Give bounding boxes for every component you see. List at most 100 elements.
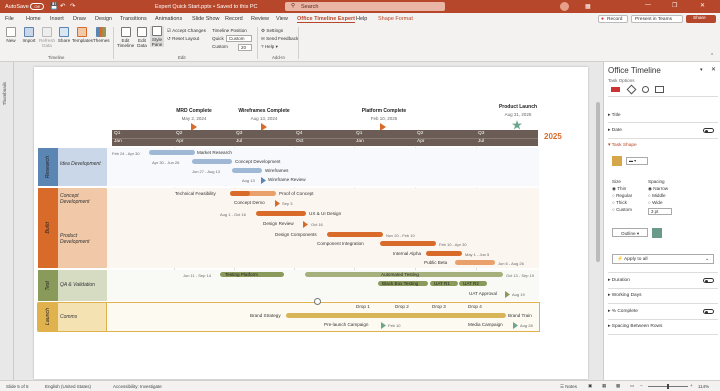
milestone-style-icon[interactable] <box>626 84 637 95</box>
shape-dropdown[interactable]: ▬ ▾ <box>626 157 648 165</box>
edit-data-button[interactable]: Edit Data <box>135 27 149 48</box>
task-bar-ux-ui-design[interactable] <box>256 211 306 216</box>
notes-button[interactable]: ☰ Notes <box>560 384 577 390</box>
size-thick[interactable]: ○ Thick <box>612 200 627 205</box>
swimlane-build[interactable]: Build Concept Development Product Develo… <box>38 188 107 268</box>
zoom-in-icon[interactable]: + <box>690 383 693 388</box>
spacing-wide[interactable]: ○ Wide <box>648 200 663 205</box>
slide-canvas[interactable]: MRD Complete May 2, 2024 Wireframes Comp… <box>34 67 588 379</box>
task-bar-testing-platform[interactable]: Testing Platform <box>220 272 284 277</box>
task-bar-uat-r1[interactable]: UAT R1 <box>430 281 458 286</box>
swimlane-research[interactable]: Research Idea Development <box>38 148 107 186</box>
swimlane-launch[interactable]: Launch Comms <box>37 302 108 332</box>
avatar[interactable] <box>560 2 569 11</box>
title-section[interactable]: ▸ Title <box>608 113 621 118</box>
size-thin[interactable]: ◉ Thin <box>612 186 626 192</box>
share-timeline-button[interactable]: Share <box>57 27 71 43</box>
task-shape-section[interactable]: ▾ Task Shape <box>608 143 637 148</box>
duration-toggle[interactable] <box>703 278 714 283</box>
style-pane-button[interactable]: Style Pane <box>150 26 164 47</box>
tab-animations[interactable]: Animations <box>155 16 182 22</box>
shape-style-icon[interactable] <box>642 86 649 93</box>
tab-draw[interactable]: Draw <box>73 16 86 22</box>
zoom-slider-thumb[interactable] <box>667 384 669 389</box>
duration-section[interactable]: ▸ Duration <box>608 278 630 283</box>
redo-icon[interactable]: ↷ <box>70 2 75 10</box>
edit-timeline-button[interactable]: Edit Timeline <box>117 27 134 48</box>
spacing-middle[interactable]: ○ Middle <box>648 193 666 198</box>
help-button[interactable]: ? Help ▾ <box>261 44 278 50</box>
zoom-level[interactable]: 114% <box>698 384 709 389</box>
refresh-data-button[interactable]: Refresh Data <box>39 27 55 48</box>
templates-button[interactable]: Templates <box>72 27 93 43</box>
tab-record[interactable]: Record <box>225 16 243 22</box>
panel-close-icon[interactable]: ✕ <box>711 66 716 73</box>
tab-file[interactable]: File <box>5 16 14 22</box>
tab-shape-format[interactable]: Shape Format <box>378 16 413 22</box>
zoom-out-icon[interactable]: − <box>640 383 643 388</box>
tab-office-timeline-expert[interactable]: Office Timeline Expert <box>297 16 355 23</box>
import-button[interactable]: Import <box>21 27 37 43</box>
working-days-section[interactable]: ▸ Working Days <box>608 293 642 298</box>
size-regular[interactable]: ○ Regular <box>612 193 632 198</box>
collapse-ribbon-icon[interactable]: ⌃ <box>710 53 714 59</box>
panel-options-icon[interactable]: ▾ <box>700 67 703 73</box>
layout-style-icon[interactable] <box>655 86 664 93</box>
scrollbar-thumb[interactable] <box>596 102 600 262</box>
task-bar-black-box-testing[interactable]: Black Box Testing <box>378 281 428 286</box>
tab-help[interactable]: Help <box>356 16 367 22</box>
task-bar-internal-alpha[interactable] <box>426 251 462 256</box>
percent-complete-toggle[interactable] <box>703 309 714 314</box>
task-bar-automated-testing[interactable]: Automated Testing <box>305 272 503 277</box>
slideshow-icon[interactable]: ▭ <box>630 383 634 389</box>
maximize-button[interactable]: ❐ <box>672 2 677 9</box>
task-bar-public-beta[interactable] <box>455 260 495 265</box>
settings-button[interactable]: ⚙ Settings <box>261 28 283 34</box>
slide-sorter-icon[interactable]: ▦ <box>602 383 606 389</box>
minimize-button[interactable]: — <box>645 2 651 8</box>
size-custom[interactable]: ○ Custom <box>612 207 632 212</box>
tab-review[interactable]: Review <box>251 16 269 22</box>
share-button[interactable]: Share <box>686 14 716 23</box>
tab-insert[interactable]: Insert <box>50 16 64 22</box>
undo-icon[interactable]: ↶ <box>60 2 65 10</box>
normal-view-icon[interactable]: ▣ <box>588 383 592 389</box>
shape-color-swatch[interactable] <box>612 156 622 166</box>
thumbnails-strip[interactable]: Thumbnails <box>0 62 14 380</box>
date-toggle[interactable] <box>703 128 714 133</box>
outline-dropdown[interactable]: Outline ▾ <box>612 228 648 237</box>
swimlane-test[interactable]: Test QA & Validation <box>38 270 107 301</box>
percent-complete-section[interactable]: ▸ % Complete <box>608 309 638 314</box>
new-button[interactable]: New <box>4 27 18 43</box>
task-bar-brand[interactable] <box>286 313 506 318</box>
spacing-narrow[interactable]: ◉ Narrow <box>648 186 668 192</box>
ribbon-display-icon[interactable]: ▦ <box>585 3 591 10</box>
language-indicator[interactable]: English (United States) <box>45 384 91 389</box>
tab-design[interactable]: Design <box>95 16 112 22</box>
task-bar-design-components[interactable] <box>327 232 383 237</box>
date-section[interactable]: ▸ Date <box>608 128 622 133</box>
autosave-toggle[interactable]: Off <box>30 2 44 10</box>
custom-position-input[interactable]: 20 <box>238 43 252 51</box>
task-bar-market-research[interactable] <box>149 150 195 155</box>
task-bar-component-integration[interactable] <box>380 241 436 246</box>
apply-to-all-dropdown[interactable]: ⚡ Apply to all ⌄ <box>612 254 714 264</box>
record-button[interactable]: ● Record <box>598 14 628 23</box>
position-dropdown[interactable]: Custom <box>226 35 252 42</box>
save-icon[interactable]: 💾 <box>50 2 58 10</box>
task-bar-concept-development[interactable] <box>192 159 232 164</box>
outline-color-swatch[interactable] <box>652 228 662 238</box>
tab-slide-show[interactable]: Slide Show <box>192 16 220 22</box>
vertical-scrollbar[interactable] <box>594 62 602 380</box>
present-in-teams-button[interactable]: Present in Teams <box>631 14 683 23</box>
tab-home[interactable]: Home <box>26 16 41 22</box>
send-feedback-button[interactable]: ✉ Send Feedback <box>261 36 298 42</box>
reset-layout-option[interactable]: ↺ Reset Layout <box>167 36 199 42</box>
task-bar-wireframes[interactable] <box>232 168 262 173</box>
search-box[interactable]: ⚲ Search <box>285 2 445 11</box>
task-bar-uat-r2[interactable]: UAT R2 <box>459 281 487 286</box>
spacing-between-rows-section[interactable]: ▸ Spacing Between Rows <box>608 324 662 329</box>
task-style-icon[interactable] <box>611 87 620 92</box>
accessibility-status[interactable]: Accessibility: Investigate <box>113 384 162 389</box>
reading-view-icon[interactable]: ▩ <box>616 383 620 389</box>
